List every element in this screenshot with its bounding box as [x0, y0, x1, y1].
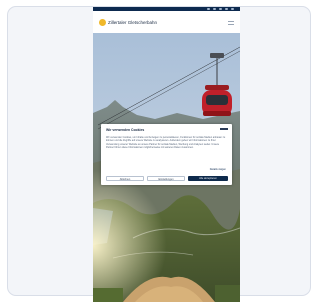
social-icon[interactable]: [219, 8, 222, 10]
logo-icon[interactable]: [99, 19, 106, 26]
details-link[interactable]: Details zeigen: [210, 168, 226, 171]
decline-button[interactable]: Ablehnen: [106, 176, 144, 181]
language-icon[interactable]: [231, 8, 234, 10]
accept-all-button[interactable]: Alle akzeptieren: [188, 176, 228, 181]
social-icon[interactable]: [213, 8, 216, 10]
cookie-title: Wir verwenden Cookies: [106, 128, 145, 132]
brand-logo-icon: [220, 128, 228, 130]
logo-text[interactable]: Zillertaler Gletscherbahn: [108, 19, 157, 26]
hamburger-menu-icon[interactable]: [228, 21, 234, 25]
site-header: Zillertaler Gletscherbahn: [93, 11, 240, 33]
social-icon[interactable]: [225, 8, 228, 10]
social-icon[interactable]: [207, 8, 210, 10]
cookie-consent-dialog: Wir verwenden Cookies Wir verwenden Cook…: [101, 124, 232, 185]
cookie-description: Wir verwenden Cookies, um Inhalte und An…: [106, 136, 226, 149]
settings-button[interactable]: Einstellungen: [147, 176, 185, 181]
